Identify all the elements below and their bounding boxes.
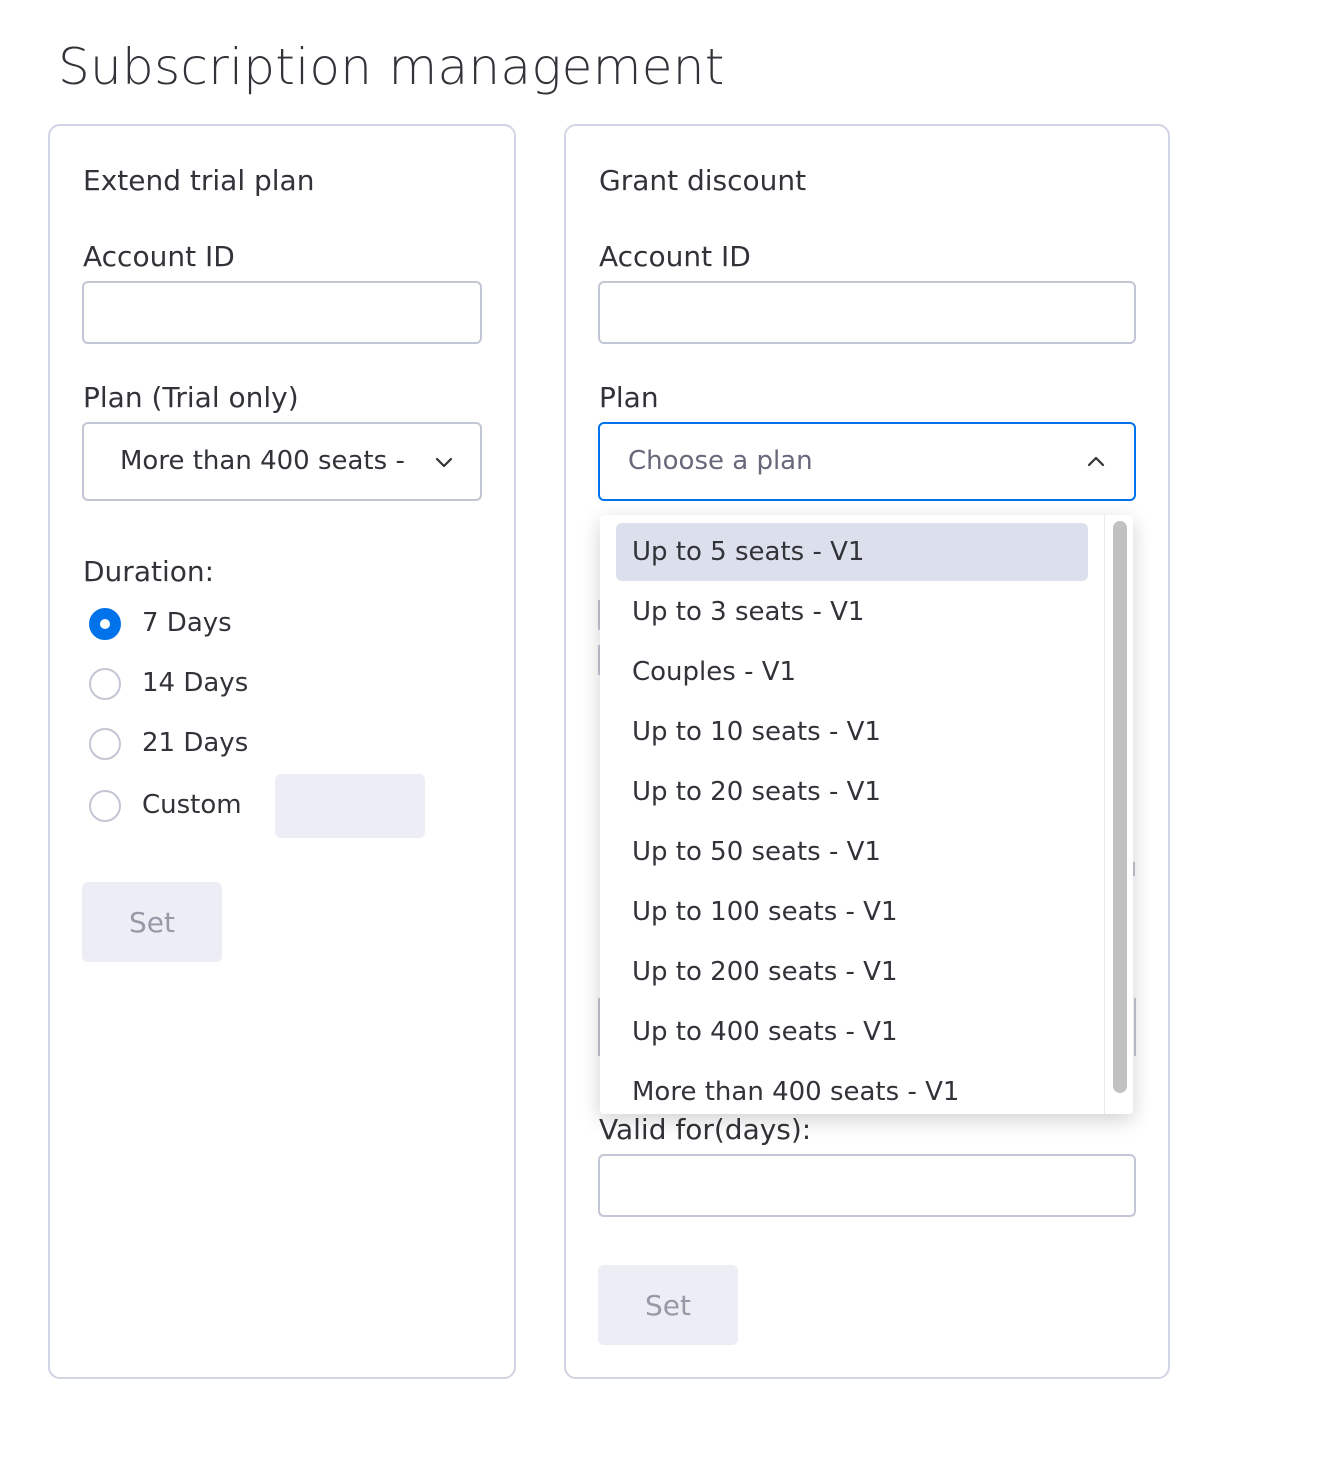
discount-plan-select[interactable]: Choose a plan [598, 422, 1136, 501]
duration-radio-21[interactable] [89, 728, 121, 760]
plan-option[interactable]: Up to 200 seats - V1 [616, 943, 1088, 1001]
plan-option[interactable]: Up to 400 seats - V1 [616, 1003, 1088, 1061]
plan-option[interactable]: Up to 3 seats - V1 [616, 583, 1088, 641]
trial-plan-value: More than 400 seats - V1 [120, 446, 410, 476]
grant-discount-title: Grant discount [599, 164, 807, 197]
plan-dropdown-menu: Up to 5 seats - V1 Up to 3 seats - V1 Co… [600, 515, 1133, 1114]
trial-account-id-label: Account ID [83, 240, 235, 273]
plan-option[interactable]: Up to 100 seats - V1 [616, 883, 1088, 941]
plan-option[interactable]: Up to 10 seats - V1 [616, 703, 1088, 761]
discount-account-id-label: Account ID [599, 240, 751, 273]
discount-plan-label: Plan [599, 381, 659, 414]
trial-plan-select[interactable]: More than 400 seats - V1 [82, 422, 482, 501]
trial-plan-label: Plan (Trial only) [83, 381, 299, 414]
plan-option[interactable]: Couples - V1 [616, 643, 1088, 701]
extend-trial-title: Extend trial plan [83, 164, 315, 197]
valid-for-label: Valid for(days): [599, 1113, 812, 1146]
dropdown-scrollbar-thumb[interactable] [1113, 521, 1127, 1093]
dropdown-scrollbar[interactable] [1104, 515, 1133, 1114]
chevron-up-icon [1087, 456, 1105, 467]
duration-radio-14[interactable] [89, 668, 121, 700]
hidden-field-edge [1133, 862, 1135, 876]
duration-label-7: 7 Days [142, 608, 232, 638]
trial-account-id-input[interactable] [82, 281, 482, 344]
plan-option[interactable]: Up to 5 seats - V1 [616, 523, 1088, 581]
plan-option[interactable]: Up to 50 seats - V1 [616, 823, 1088, 881]
page-title: Subscription management [58, 38, 725, 96]
discount-set-button[interactable]: Set [598, 1265, 738, 1345]
custom-days-input[interactable] [275, 774, 425, 838]
duration-label: Duration: [83, 555, 215, 588]
hidden-field-edge [1134, 998, 1136, 1056]
discount-account-id-input[interactable] [598, 281, 1136, 344]
duration-label-21: 21 Days [142, 728, 249, 758]
duration-label-14: 14 Days [142, 668, 249, 698]
trial-set-button[interactable]: Set [82, 882, 222, 962]
plan-option[interactable]: More than 400 seats - V1 [616, 1063, 1088, 1114]
plan-option[interactable]: Up to 20 seats - V1 [616, 763, 1088, 821]
duration-label-custom: Custom [142, 790, 242, 820]
discount-plan-placeholder: Choose a plan [628, 446, 813, 476]
chevron-down-icon [435, 457, 453, 468]
duration-radio-7[interactable] [89, 608, 121, 640]
duration-radio-custom[interactable] [89, 790, 121, 822]
valid-for-input[interactable] [598, 1154, 1136, 1217]
